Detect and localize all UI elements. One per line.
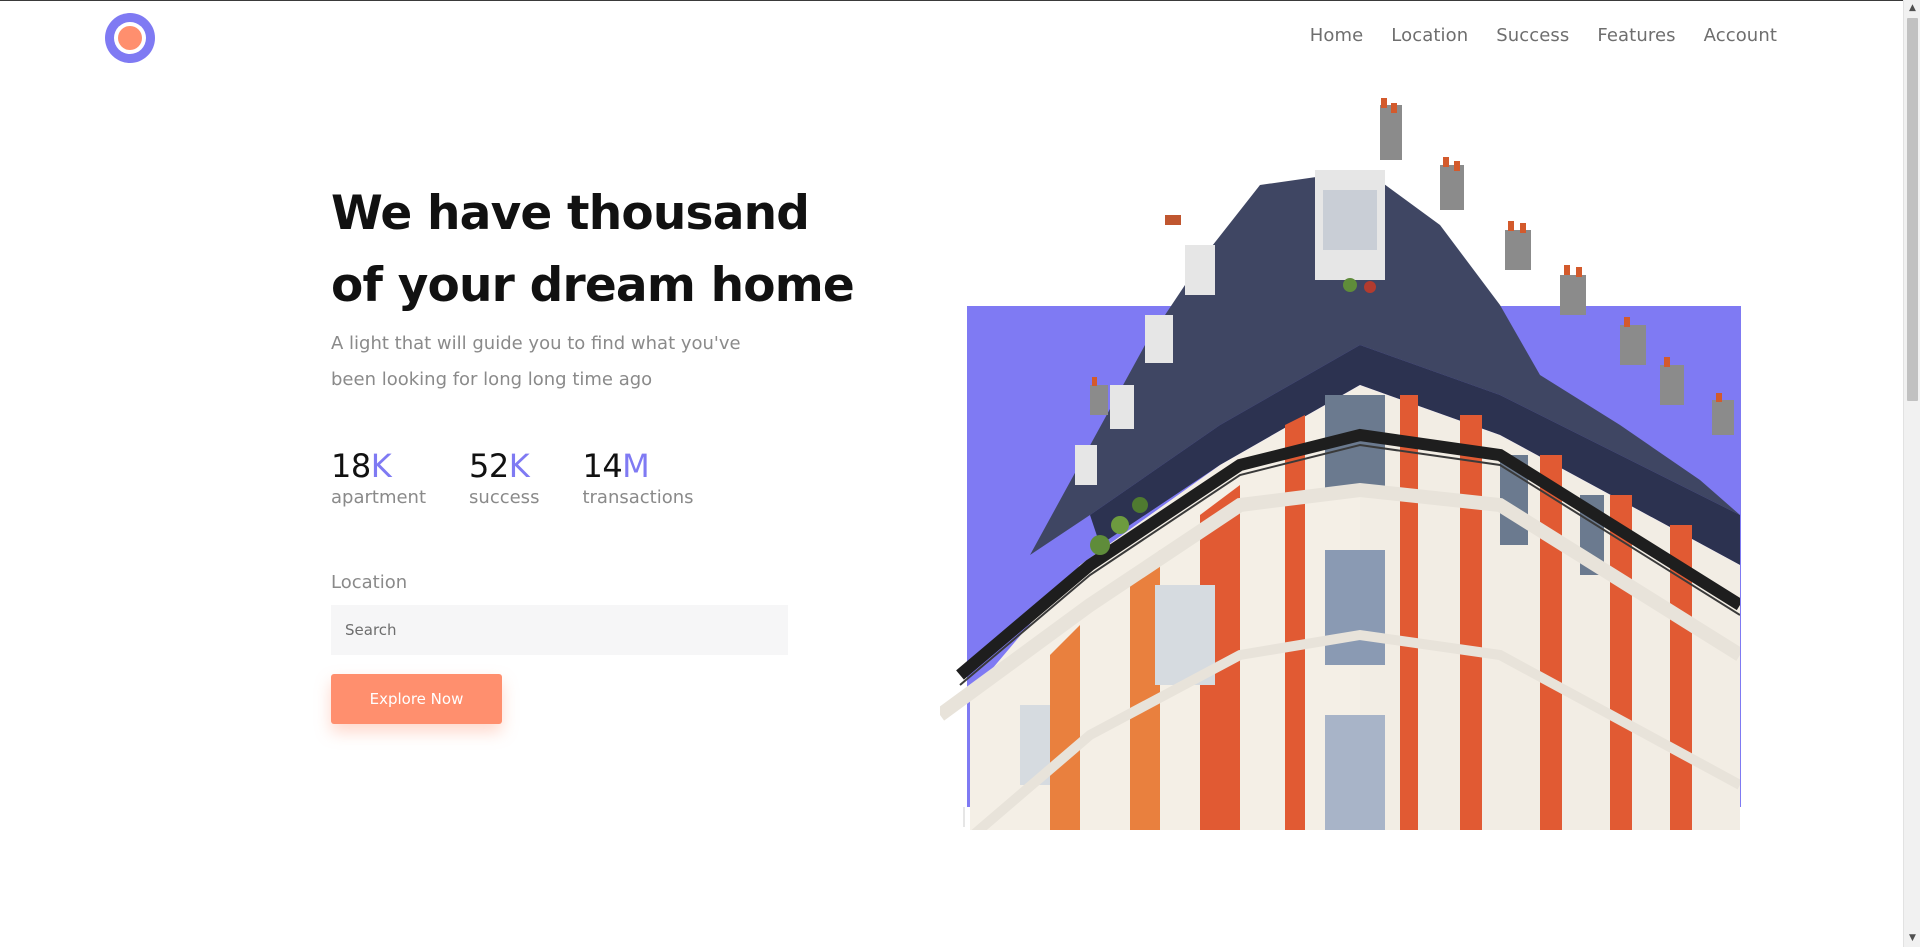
page: Home Location Success Features Account W… bbox=[0, 0, 1903, 947]
logo-icon[interactable] bbox=[105, 13, 155, 63]
stat-label: transactions bbox=[582, 487, 694, 508]
search-input[interactable] bbox=[331, 605, 788, 655]
hero-subtitle: A light that will guide you to find what… bbox=[331, 326, 771, 398]
hero-subtitle-line-2: been looking for long long time ago bbox=[331, 369, 653, 390]
logo-dot bbox=[118, 26, 142, 50]
explore-now-button[interactable]: Explore Now bbox=[331, 674, 502, 724]
scrollbar[interactable]: ▲ ▼ bbox=[1903, 0, 1920, 947]
scroll-up-icon[interactable]: ▲ bbox=[1904, 0, 1920, 17]
scrollbar-thumb[interactable] bbox=[1907, 18, 1918, 401]
nav-item-account[interactable]: Account bbox=[1704, 25, 1777, 46]
stat-label: success bbox=[469, 487, 540, 508]
stat-number: 52K bbox=[469, 446, 539, 486]
apartment-building-photo bbox=[940, 98, 1740, 830]
stat-unit: M bbox=[622, 447, 650, 485]
hero-title-line-1: We have thousand bbox=[331, 186, 810, 241]
stat-value: 18 bbox=[331, 447, 371, 485]
stat-value: 52 bbox=[469, 447, 509, 485]
stat-apartment: 18K apartment bbox=[331, 446, 426, 510]
nav-item-home[interactable]: Home bbox=[1310, 25, 1364, 46]
hero-image bbox=[940, 95, 1741, 830]
stat-number: 14M bbox=[582, 446, 693, 486]
scroll-down-icon[interactable]: ▼ bbox=[1904, 930, 1920, 947]
nav-item-success[interactable]: Success bbox=[1496, 25, 1569, 46]
hero-title-line-2: of your dream home bbox=[331, 258, 855, 313]
stat-value: 14 bbox=[582, 447, 623, 485]
stats-row: 18K apartment 52K success 14M transactio… bbox=[331, 446, 737, 510]
stat-number: 18K bbox=[331, 446, 426, 486]
stat-unit: K bbox=[370, 447, 392, 485]
stat-transactions: 14M transactions bbox=[582, 446, 693, 510]
divider bbox=[963, 807, 965, 827]
stat-success: 52K success bbox=[469, 446, 539, 510]
main-nav: Home Location Success Features Account bbox=[1282, 25, 1777, 46]
stat-unit: K bbox=[508, 447, 530, 485]
nav-item-features[interactable]: Features bbox=[1597, 25, 1675, 46]
nav-item-location[interactable]: Location bbox=[1391, 25, 1468, 46]
hero-title: We have thousand of your dream home bbox=[331, 178, 891, 322]
location-label: Location bbox=[331, 572, 408, 593]
hero-subtitle-line-1: A light that will guide you to find what… bbox=[331, 333, 741, 354]
stat-label: apartment bbox=[331, 487, 427, 508]
